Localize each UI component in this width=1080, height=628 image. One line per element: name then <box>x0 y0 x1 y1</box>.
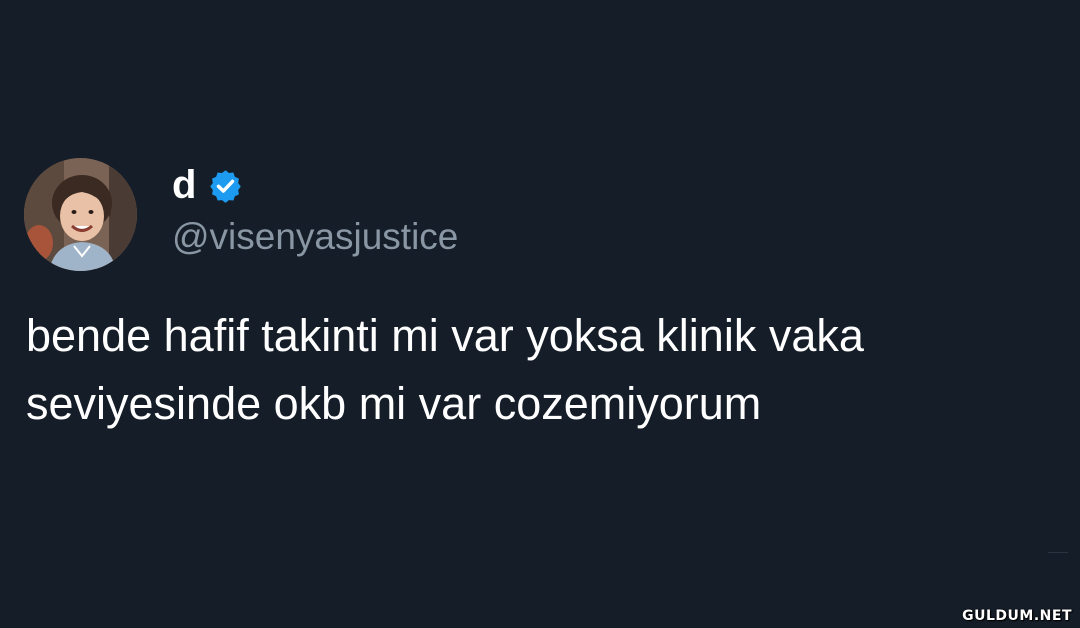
tweet-card: d @visenyasjustice bende hafif takinti m… <box>0 0 1080 628</box>
watermark: GULDUM.NET <box>962 608 1072 624</box>
author-name-row: d <box>172 162 243 208</box>
tweet-text-line: seviyesinde okb mi var cozemiyorum <box>26 378 762 429</box>
verified-badge-icon <box>208 168 243 203</box>
avatar-photo <box>24 158 137 271</box>
display-name[interactable]: d <box>172 162 196 208</box>
tweet-text: bende hafif takinti mi var yoksa klinik … <box>26 302 1056 438</box>
tweet-text-line: bende hafif takinti mi var yoksa klinik … <box>26 310 864 361</box>
avatar[interactable] <box>24 158 137 271</box>
divider <box>1048 552 1068 553</box>
username-handle[interactable]: @visenyasjustice <box>172 214 458 260</box>
